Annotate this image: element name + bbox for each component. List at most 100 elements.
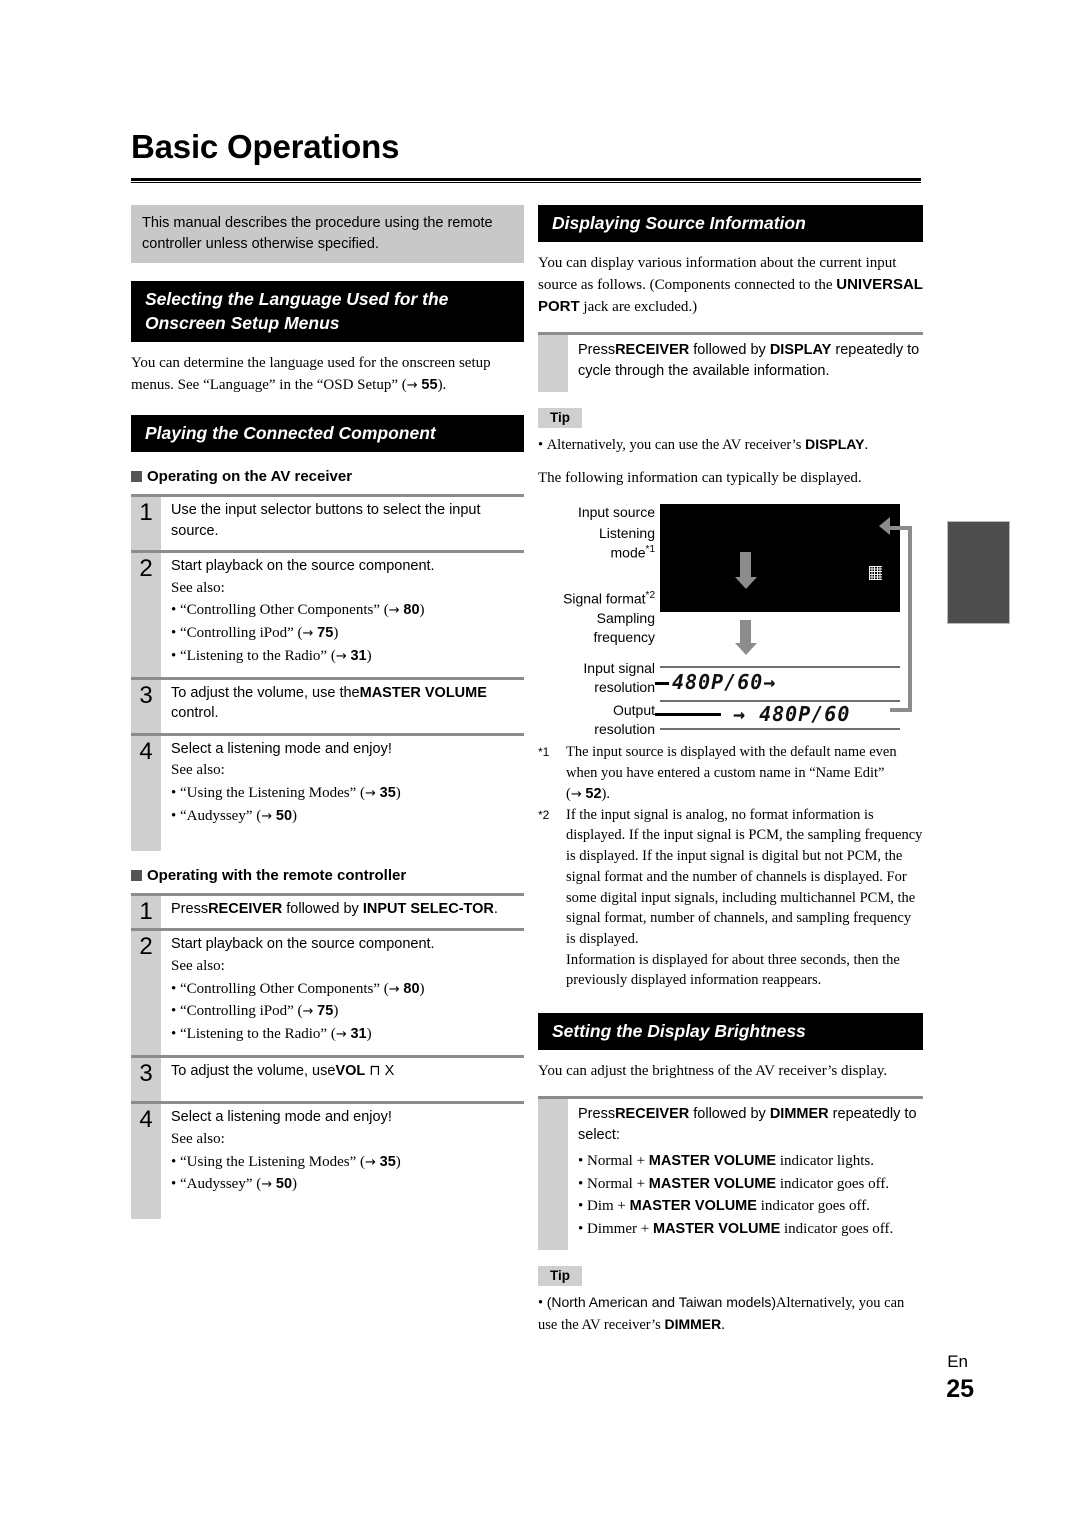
see-also-label: See also: — [171, 762, 225, 779]
instr-part: Press — [578, 1106, 616, 1123]
instr-bold-receiver: RECEIVER — [615, 342, 690, 359]
intro-note: This manual describes the procedure usin… — [131, 205, 524, 264]
ref-text: “Controlling Other Components” — [180, 980, 380, 997]
ref-page: 35 — [379, 1153, 396, 1170]
arrow-icon: → — [302, 626, 314, 642]
option-bold: MASTER VOLUME — [652, 1220, 781, 1237]
right-column: Displaying Source Information You can di… — [538, 205, 923, 1336]
step-lead-bold2: INPUT SELEC-TOR — [362, 900, 494, 917]
subheading-label: Operating with the remote controller — [147, 866, 407, 884]
ref-page: 35 — [379, 785, 396, 802]
step-lead-part: followed by — [286, 900, 359, 917]
see-also-label: See also: — [171, 1130, 225, 1147]
see-also-label: See also: — [171, 579, 225, 596]
section-heading-playing: Playing the Connected Component — [131, 414, 524, 452]
ref-page: 80 — [403, 602, 420, 619]
step-item: 3 To adjust the volume, use theMASTER VO… — [131, 676, 524, 733]
step-number: 3 — [131, 679, 161, 733]
instr-bold-dimmer: DIMMER — [769, 1106, 829, 1123]
step-content: To adjust the volume, useVOL ⊓ X — [161, 1058, 524, 1102]
step-rail-tail — [131, 1205, 524, 1220]
step-number: 4 — [131, 735, 161, 837]
subheading-label: Operating on the AV receiver — [147, 467, 353, 485]
diagram-lead-in: The following information can typically … — [538, 470, 862, 487]
tip-content: • (North American and Taiwan models)Alte… — [538, 1294, 905, 1334]
option-bold: MASTER VOLUME — [648, 1175, 777, 1192]
footnote-marker: *2 — [538, 807, 550, 822]
instr-bold-display: DISPLAY — [769, 342, 832, 359]
arrow-icon: → — [388, 981, 400, 997]
footnote-marker: *1 — [538, 745, 550, 760]
section-heading-language: Selecting the Language Used for the Onsc… — [131, 281, 524, 343]
tip-badge: Tip — [538, 408, 582, 429]
ref-page: 75 — [317, 625, 334, 642]
option-bold: MASTER VOLUME — [648, 1153, 777, 1170]
list-item: Normal + MASTER VOLUME indicator lights. — [578, 1150, 923, 1172]
tip-bold-display: DISPLAY — [805, 436, 865, 453]
step-lead: Start playback on the source component. — [171, 558, 435, 575]
step-content: Select a listening mode and enjoy! See a… — [161, 736, 524, 837]
step-number: 4 — [131, 1104, 161, 1206]
label-sampling: Sampling — [596, 610, 655, 627]
option-suffix: indicator goes off. — [776, 1175, 890, 1192]
receiver-step-list: 1 Use the input selector buttons to sele… — [131, 493, 524, 851]
ref-text: “Listening to the Radio” — [180, 1026, 328, 1043]
arrow-icon: → — [261, 808, 273, 824]
option-bold: MASTER VOLUME — [629, 1198, 757, 1215]
tip-badge: Tip — [538, 1266, 582, 1287]
lcd-value: 480P/60 — [672, 670, 764, 695]
footnote-body: If the input signal is analog, no format… — [566, 806, 923, 947]
footnote-marker: *1 — [645, 544, 655, 556]
label-input-resolution: resolution — [594, 679, 655, 696]
step-item: 4 Select a listening mode and enjoy! See… — [131, 1101, 524, 1206]
instr-part: Press — [578, 342, 616, 359]
footer-language: En — [947, 1352, 968, 1371]
list-item: “Audyssey” (→ 50) — [171, 805, 524, 828]
ref-text: “Controlling iPod” — [180, 625, 294, 642]
label-text: Signal format — [563, 591, 646, 608]
step-item: 3 To adjust the volume, useVOL ⊓ X — [131, 1054, 524, 1102]
receiver-display-panel — [660, 504, 900, 613]
section-edge-tab — [947, 521, 1010, 624]
footnote-item: *2 If the input signal is analog, no for… — [538, 805, 923, 992]
label-signal-format: Signal format*2 — [563, 590, 655, 608]
step-item: 2 Start playback on the source component… — [131, 550, 524, 677]
tip-bold-dimmer: DIMMER — [664, 1316, 722, 1333]
loop-back-path — [890, 526, 912, 713]
list-item: “Listening to the Radio” (→ 31) — [171, 1023, 524, 1046]
arrow-icon: → — [335, 1027, 347, 1043]
label-output-resolution: resolution — [594, 721, 655, 738]
reference-list: “Using the Listening Modes” (→ 35) “Audy… — [171, 782, 524, 828]
tip-period: . — [864, 437, 869, 454]
step-content: To adjust the volume, use theMASTER VOLU… — [161, 680, 524, 733]
list-item: “Controlling iPod” (→ 75) — [171, 622, 524, 645]
loop-back-arrowhead-icon — [879, 517, 890, 536]
lcd-arrow-icon: → — [763, 670, 777, 695]
volume-updown-glyph: ⊓ X — [369, 1062, 395, 1079]
flow-arrow-down-1 — [734, 552, 757, 590]
step-lead: To adjust the volume, use theMASTER VOLU… — [171, 683, 524, 724]
ref-page: 52 — [585, 785, 602, 802]
option-suffix: indicator goes off. — [756, 1198, 870, 1215]
step-lead: Start playback on the source component. — [171, 936, 435, 953]
option-prefix: Dim + — [587, 1198, 630, 1215]
source-info-text-2: jack are excluded.) — [583, 299, 698, 316]
instruction-block-display: PressRECEIVER followed by DISPLAY repeat… — [538, 332, 923, 393]
display-sequence-diagram: Input source Listening mode*1 Signal for… — [538, 502, 923, 737]
step-item: 1 Use the input selector buttons to sele… — [131, 493, 524, 551]
ref-text: “Controlling iPod” — [180, 1003, 294, 1020]
step-content: Start playback on the source component. … — [161, 553, 524, 677]
list-item: “Controlling Other Components” (→ 80) — [171, 599, 524, 622]
step-content: Use the input selector buttons to select… — [161, 497, 524, 550]
instruction-text: PressRECEIVER followed by DISPLAY repeat… — [568, 335, 923, 392]
step-lead-bold: RECEIVER — [208, 900, 283, 917]
label-input-source: Input source — [577, 504, 655, 521]
footnote-body-2: Information is displayed for about three… — [566, 951, 900, 989]
arrow-icon: → — [570, 786, 582, 802]
step-item: 1 PressRECEIVER followed by INPUT SELEC-… — [131, 892, 524, 929]
output-resolution-leader — [655, 713, 721, 717]
option-suffix: indicator goes off. — [780, 1220, 894, 1237]
arrow-icon: → — [365, 786, 376, 802]
reference-list: “Using the Listening Modes” (→ 35) “Audy… — [171, 1151, 524, 1197]
ref-text: “Using the Listening Modes” — [180, 1153, 357, 1170]
